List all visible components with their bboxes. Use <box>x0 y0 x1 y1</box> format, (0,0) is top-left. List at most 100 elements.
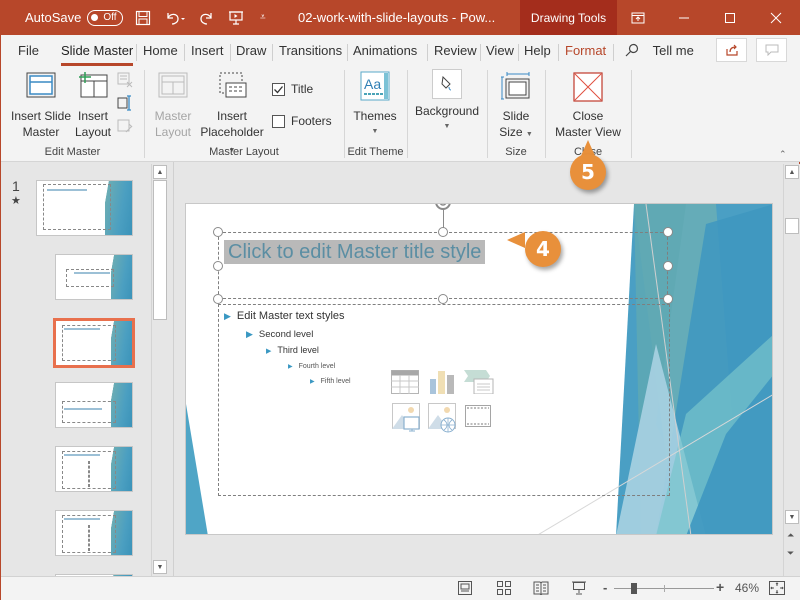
share-button[interactable] <box>716 38 747 62</box>
tab-review[interactable]: Review <box>434 42 477 62</box>
zoom-out-button[interactable]: - <box>603 580 607 595</box>
scrollbar-thumb[interactable] <box>785 218 799 234</box>
scroll-up-icon[interactable]: ▲ <box>785 165 799 179</box>
insert-picture-icon[interactable] <box>392 403 420 436</box>
tab-slide-master[interactable]: Slide Master <box>61 42 134 66</box>
previous-slide-icon[interactable]: ⏶ <box>787 530 794 541</box>
background-button[interactable]: Background ▼ <box>413 69 481 135</box>
resize-handle[interactable] <box>663 227 673 237</box>
preserve-button[interactable] <box>117 118 133 138</box>
normal-view-icon[interactable] <box>457 581 473 595</box>
tab-help[interactable]: Help <box>524 42 551 62</box>
tell-me-search[interactable]: Tell me <box>625 42 694 62</box>
start-from-beginning-icon[interactable] <box>228 0 244 35</box>
insert-placeholder-label-1: Insert <box>216 109 247 123</box>
svg-text:Aa: Aa <box>364 76 381 92</box>
thumbnail-layout[interactable] <box>55 254 133 300</box>
star-icon: ★ <box>11 195 21 207</box>
slide-size-button[interactable]: Slide Size ▼ <box>493 72 539 143</box>
insert-video-icon[interactable] <box>465 405 491 430</box>
fit-slide-to-window-icon[interactable] <box>769 581 785 595</box>
resize-handle[interactable] <box>438 294 448 304</box>
thumbnail-layout-selected[interactable] <box>53 318 135 368</box>
thumbnail-scrollbar[interactable]: ▲ ▼ <box>151 164 168 576</box>
insert-table-icon[interactable] <box>391 370 419 397</box>
tab-format[interactable]: Format <box>565 42 606 62</box>
insert-online-picture-icon[interactable] <box>428 403 456 436</box>
group-label-edit-master: Edit Master <box>44 146 101 158</box>
scroll-down-icon[interactable]: ▼ <box>153 560 167 574</box>
checkbox-unchecked-icon <box>272 114 285 128</box>
autosave[interactable]: AutoSave Off <box>25 0 123 35</box>
callout-step-4: 4 <box>525 231 561 267</box>
zoom-percentage[interactable]: 46% <box>735 581 759 595</box>
insert-placeholder-icon <box>219 72 247 98</box>
master-layout-label-1: Master <box>154 109 192 123</box>
minimize-icon[interactable] <box>661 0 707 35</box>
master-layout-button[interactable]: Master Layout <box>151 72 195 140</box>
scroll-down-icon[interactable]: ▼ <box>785 510 799 524</box>
resize-handle[interactable] <box>663 261 673 271</box>
themes-button[interactable]: Aa Themes ▼ <box>351 71 399 140</box>
insert-slide-master-label-1: Insert Slide <box>10 109 72 123</box>
rename-button[interactable] <box>117 95 133 115</box>
insert-layout-button[interactable]: Insert Layout <box>73 72 113 140</box>
chevron-down-icon: ▼ <box>525 131 533 138</box>
slide-sorter-icon[interactable] <box>496 581 512 595</box>
close-master-view-button[interactable]: Close Master View <box>551 72 625 140</box>
reading-view-icon[interactable] <box>533 581 549 596</box>
maximize-icon[interactable] <box>707 0 753 35</box>
tab-view[interactable]: View <box>486 42 514 62</box>
scroll-up-icon[interactable]: ▲ <box>153 165 167 179</box>
text-level-4: ▶ Fourth level <box>288 363 336 370</box>
resize-handle[interactable] <box>438 227 448 237</box>
customize-qat-icon[interactable]: ⩡ <box>260 0 266 35</box>
resize-handle[interactable] <box>213 261 223 271</box>
redo-icon[interactable] <box>199 0 215 35</box>
thumbnail-slide-master[interactable] <box>36 180 133 236</box>
close-window-icon[interactable] <box>753 0 799 35</box>
insert-slide-master-button[interactable]: Insert Slide Master <box>9 72 73 140</box>
insert-slide-master-icon <box>26 72 56 98</box>
master-title-text[interactable]: Click to edit Master title style <box>224 240 486 264</box>
undo-icon[interactable] <box>164 0 186 35</box>
tab-home[interactable]: Home <box>143 42 178 62</box>
thumbnail-layout[interactable] <box>55 510 133 556</box>
save-icon[interactable] <box>135 0 151 35</box>
resize-handle[interactable] <box>213 227 223 237</box>
tab-animations[interactable]: Animations <box>353 42 417 62</box>
chevron-down-icon: ▼ <box>371 128 379 135</box>
scrollbar-thumb[interactable] <box>153 180 167 320</box>
insert-chart-icon[interactable] <box>429 370 455 397</box>
insert-smartart-icon[interactable] <box>464 370 494 397</box>
close-master-view-label-2: Master View <box>555 125 621 139</box>
slide-canvas: Click to edit Master title style ▶ Edit M… <box>185 203 773 535</box>
tab-file[interactable]: File <box>18 42 39 62</box>
document-title: 02-work-with-slide-layouts - Pow... <box>298 10 496 25</box>
title-checkbox[interactable]: Title <box>272 81 313 97</box>
text-level-2: ▶ Second level <box>246 329 314 340</box>
next-slide-icon[interactable]: ⏷ <box>787 548 794 559</box>
comments-button[interactable] <box>756 38 787 62</box>
resize-handle[interactable] <box>663 294 673 304</box>
insert-layout-icon <box>79 72 108 98</box>
delete-layout-button[interactable] <box>117 72 133 92</box>
tab-transitions[interactable]: Transitions <box>279 42 342 62</box>
zoom-slider-track[interactable] <box>614 583 714 594</box>
collapse-ribbon-icon[interactable]: ⌃ <box>779 146 787 162</box>
footers-checkbox[interactable]: Footers <box>272 113 332 129</box>
tab-insert[interactable]: Insert <box>191 42 224 62</box>
slide-number: 1 <box>12 178 20 194</box>
ribbon-display-options-icon[interactable] <box>615 0 661 35</box>
thumbnail-layout[interactable] <box>55 446 133 492</box>
slide-show-icon[interactable] <box>571 581 587 595</box>
resize-handle[interactable] <box>213 294 223 304</box>
zoom-slider-thumb[interactable] <box>631 583 637 594</box>
rotate-handle-icon[interactable] <box>433 204 453 212</box>
editor-scrollbar[interactable]: ▲ ▼ ⏶ ⏷ <box>783 164 800 576</box>
autosave-toggle[interactable]: Off <box>87 9 123 26</box>
text-level-5: ▶ Fifth level <box>310 378 351 385</box>
tab-draw[interactable]: Draw <box>236 42 266 62</box>
thumbnail-layout[interactable] <box>55 382 133 428</box>
zoom-in-button[interactable]: + <box>716 579 724 595</box>
